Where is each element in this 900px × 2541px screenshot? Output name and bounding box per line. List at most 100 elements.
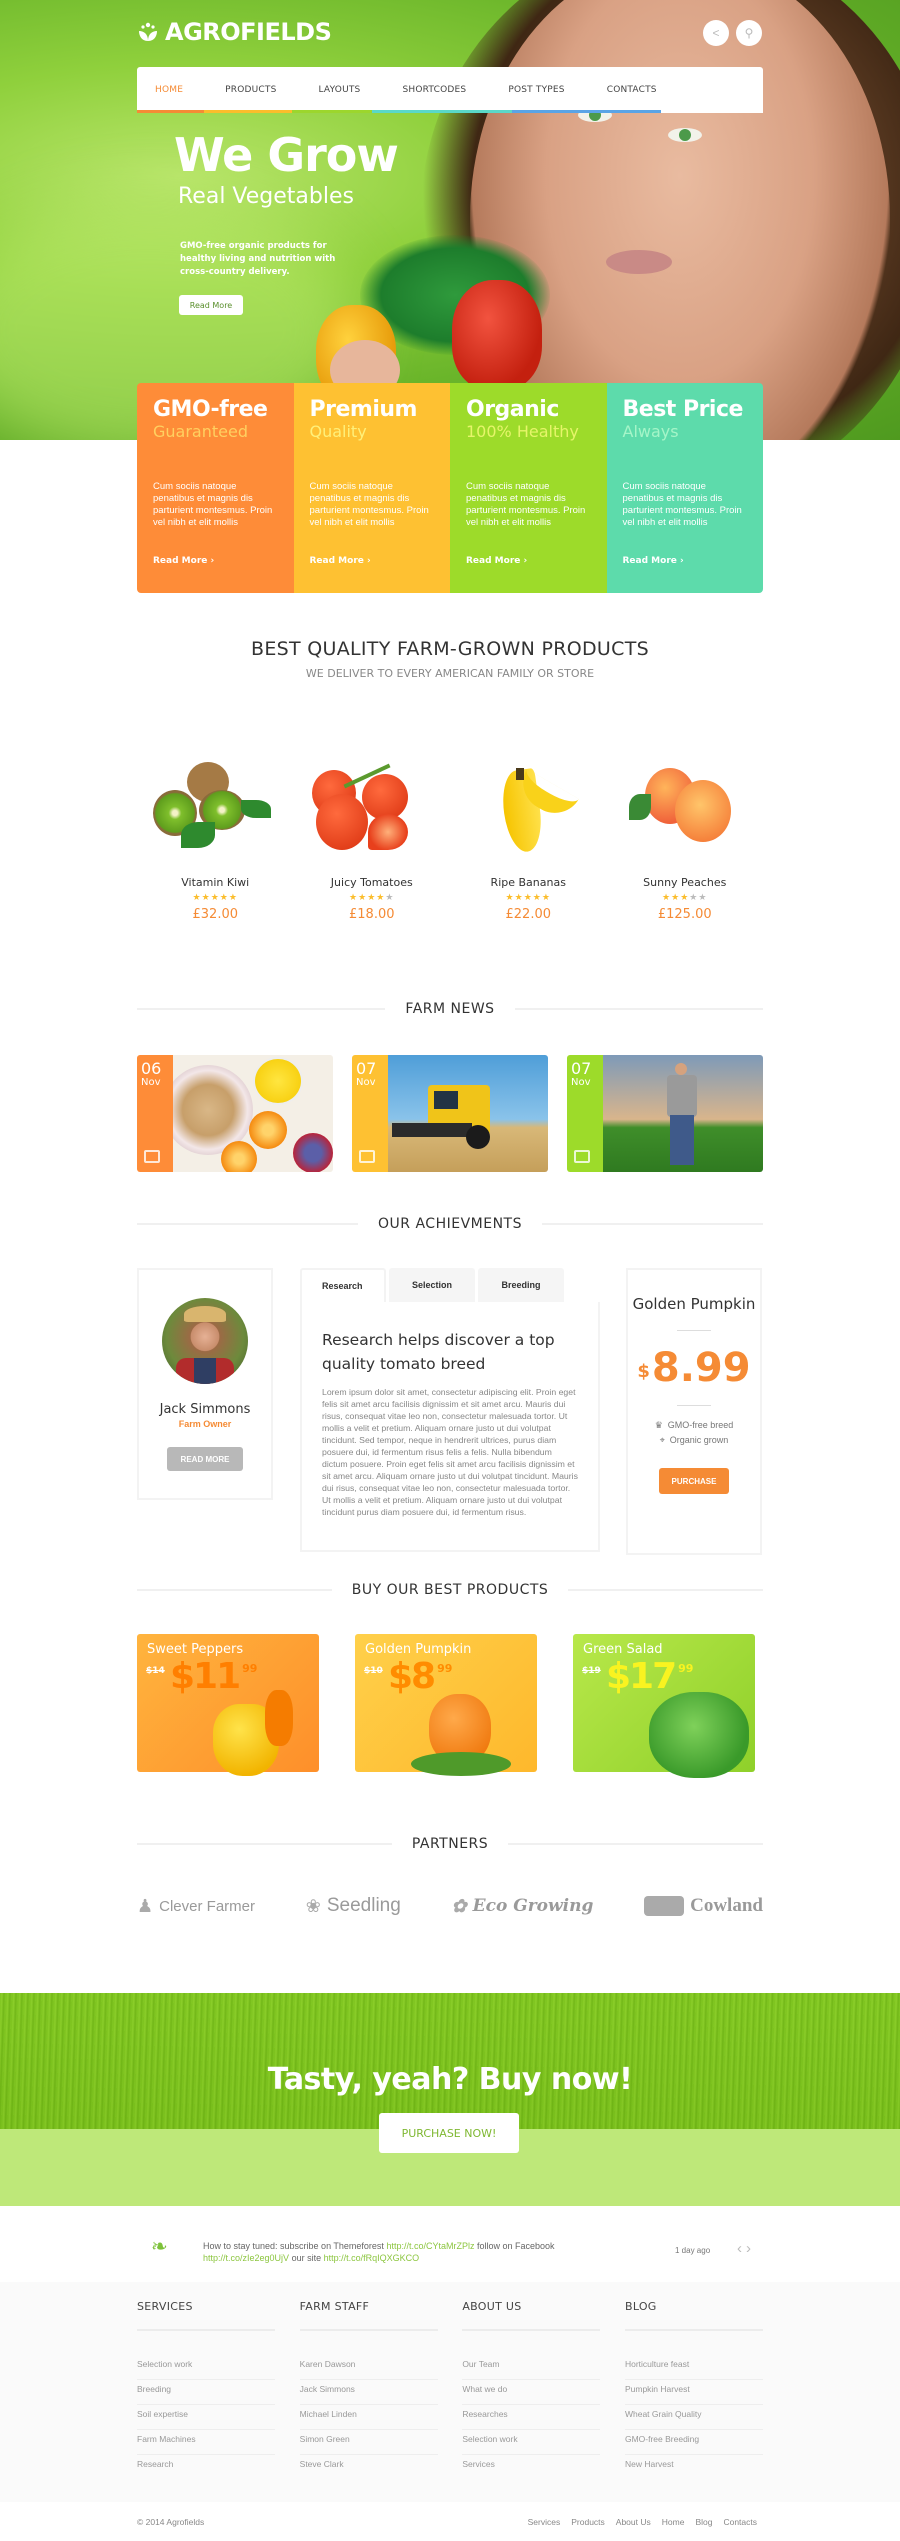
news-image-harvester[interactable] <box>388 1055 548 1172</box>
bottom-link-about-us[interactable]: About Us <box>616 2517 651 2527</box>
promo-card[interactable]: Green Salad $19 $17 99 <box>573 1634 755 1778</box>
product-image-kiwi[interactable] <box>145 760 285 860</box>
feature-read-more-link[interactable]: Read More › <box>153 556 214 566</box>
news-card[interactable]: 07 Nov <box>567 1055 763 1172</box>
footer-link[interactable]: Simon Green <box>299 2430 438 2455</box>
bottom-link-home[interactable]: Home <box>662 2517 685 2527</box>
footer-link[interactable]: Our Team <box>462 2355 601 2380</box>
bottom-nav: Services Products About Us Home Blog Con… <box>517 2517 757 2527</box>
news-card[interactable]: 07 Nov <box>352 1055 548 1172</box>
divider-line <box>541 1223 763 1225</box>
feature-read-more-link[interactable]: Read More › <box>623 556 684 566</box>
footer-link[interactable]: Soil expertise <box>137 2405 275 2430</box>
tweet-text: How to stay tuned: subscribe on Themefor… <box>203 2240 623 2264</box>
partner-logo[interactable]: ♟ Clever Farmer <box>137 1896 255 1917</box>
brand-logo[interactable]: AGROFIELDS <box>137 18 332 46</box>
product-image-peaches[interactable] <box>615 760 755 860</box>
partner-logo[interactable]: Cowland <box>644 1895 763 1917</box>
profile-read-more-button[interactable]: READ MORE <box>167 1447 243 1471</box>
footer-link[interactable]: Research <box>137 2455 275 2480</box>
footer-link[interactable]: Researches <box>462 2405 601 2430</box>
star-filled-icon: ★ <box>505 892 515 902</box>
bottom-link-products[interactable]: Products <box>571 2517 605 2527</box>
chevron-left-icon[interactable]: ‹ <box>737 2240 746 2257</box>
nav-item-layouts[interactable]: LAYOUTS <box>319 85 361 95</box>
search-button[interactable]: ⚲ <box>736 20 762 46</box>
product-card[interactable]: Sunny Peaches ★★★★★ £125.00 <box>607 760 764 922</box>
footer-link[interactable]: What we do <box>462 2380 601 2405</box>
nav-item-products[interactable]: PRODUCTS <box>225 85 276 95</box>
feature-body: Cum sociis natoque penatibus et magnis d… <box>466 481 586 528</box>
footer-link[interactable]: Wheat Grain Quality <box>624 2405 763 2430</box>
footer-column-title: SERVICES <box>137 2300 193 2313</box>
footer-link[interactable]: Breeding <box>137 2380 275 2405</box>
footer-link[interactable]: Selection work <box>462 2430 601 2455</box>
footer-column-title: BLOG <box>624 2300 657 2313</box>
bottom-link-services[interactable]: Services <box>528 2517 561 2527</box>
news-image-breakfast[interactable] <box>173 1055 333 1172</box>
product-image-tomatoes[interactable] <box>302 760 442 860</box>
pricing-feature-label: Organic grown <box>669 1435 729 1445</box>
tab-breeding[interactable]: Breeding <box>478 1268 564 1302</box>
product-name[interactable]: Juicy Tomatoes <box>294 876 451 889</box>
promo-name: Sweet Peppers <box>147 1642 244 1657</box>
footer-link[interactable]: Jack Simmons <box>299 2380 438 2405</box>
footer-link[interactable]: Farm Machines <box>137 2430 275 2455</box>
footer-link[interactable]: Karen Dawson <box>299 2355 438 2380</box>
chevron-right-icon[interactable]: › <box>746 2240 755 2257</box>
nav-item-home[interactable]: HOME <box>155 85 183 95</box>
feature-read-more-link[interactable]: Read More › <box>466 556 527 566</box>
feature-subtitle: Quality <box>309 422 367 441</box>
promo-card[interactable]: Golden Pumpkin $10 $8 99 <box>355 1634 537 1776</box>
promo-image-pepper <box>265 1690 293 1746</box>
bottom-link-contacts[interactable]: Contacts <box>723 2517 757 2527</box>
footer-link[interactable]: Horticulture feast <box>624 2355 763 2380</box>
achievements-section-title: OUR ACHIEVMENTS <box>378 1216 522 1232</box>
purchase-now-button[interactable]: PURCHASE NOW! <box>379 2113 519 2153</box>
cow-icon <box>644 1896 685 1916</box>
footer-link[interactable]: New Harvest <box>625 2455 763 2480</box>
read-more-label: Read More <box>622 556 677 566</box>
feature-read-more-link[interactable]: Read More › <box>310 556 371 566</box>
product-name[interactable]: Sunny Peaches <box>607 876 764 889</box>
tweet-link[interactable]: http://t.co/CYtaMrZPlz <box>386 2241 474 2251</box>
purchase-button[interactable]: PURCHASE <box>659 1468 729 1494</box>
product-card[interactable]: Juicy Tomatoes ★★★★★ £18.00 <box>294 760 451 922</box>
footer-link[interactable]: Michael Linden <box>299 2405 438 2430</box>
tab-selection[interactable]: Selection <box>389 1268 475 1302</box>
product-card[interactable]: Ripe Bananas ★★★★★ £22.00 <box>450 760 607 922</box>
divider-line <box>299 2329 438 2331</box>
news-day: 07 <box>571 1059 592 1078</box>
monitor-icon <box>574 1150 590 1163</box>
hero-read-more-button[interactable]: Read More <box>179 295 243 315</box>
partner-logo[interactable]: ✿ Eco Growing <box>452 1896 594 1917</box>
footer-link[interactable]: Steve Clark <box>300 2455 438 2480</box>
promo-card[interactable]: Sweet Peppers $14 $11 99 <box>137 1634 319 1776</box>
nav-item-post-types[interactable]: POST TYPES <box>508 85 564 95</box>
tweet-link[interactable]: http://t.co/fRqIQXGKCO <box>324 2253 420 2263</box>
footer-link[interactable]: Pumpkin Harvest <box>624 2380 763 2405</box>
feature-title: Premium <box>309 397 418 422</box>
news-date: 06 Nov <box>137 1055 173 1172</box>
share-button[interactable]: < <box>703 20 729 46</box>
news-image-farmer[interactable] <box>603 1055 763 1172</box>
bottom-link-blog[interactable]: Blog <box>695 2517 712 2527</box>
footer-column-title: ABOUT US <box>462 2300 522 2313</box>
footer-link[interactable]: Services <box>462 2455 600 2480</box>
nav-item-shortcodes[interactable]: SHORTCODES <box>402 85 466 95</box>
nav-item-contacts[interactable]: CONTACTS <box>607 85 657 95</box>
rating-stars: ★★★★★ <box>450 892 607 903</box>
tweet-link[interactable]: http://t.co/zIe2eg0UjV <box>203 2253 289 2263</box>
promo-old-price: $14 <box>146 1666 165 1676</box>
tab-research[interactable]: Research <box>300 1268 386 1302</box>
partner-logo[interactable]: ❀ Seedling <box>306 1895 401 1917</box>
product-card[interactable]: Vitamin Kiwi ★★★★★ £32.00 <box>137 760 294 922</box>
product-name[interactable]: Ripe Bananas <box>450 876 607 889</box>
product-name[interactable]: Vitamin Kiwi <box>137 876 294 889</box>
footer-link[interactable]: Selection work <box>137 2355 275 2380</box>
promo-price-cents: 99 <box>242 1662 258 1675</box>
news-card[interactable]: 06 Nov <box>137 1055 333 1172</box>
promo-name: Green Salad <box>583 1642 663 1657</box>
footer-link[interactable]: GMO-free Breeding <box>624 2430 763 2455</box>
product-image-bananas[interactable] <box>458 760 598 860</box>
